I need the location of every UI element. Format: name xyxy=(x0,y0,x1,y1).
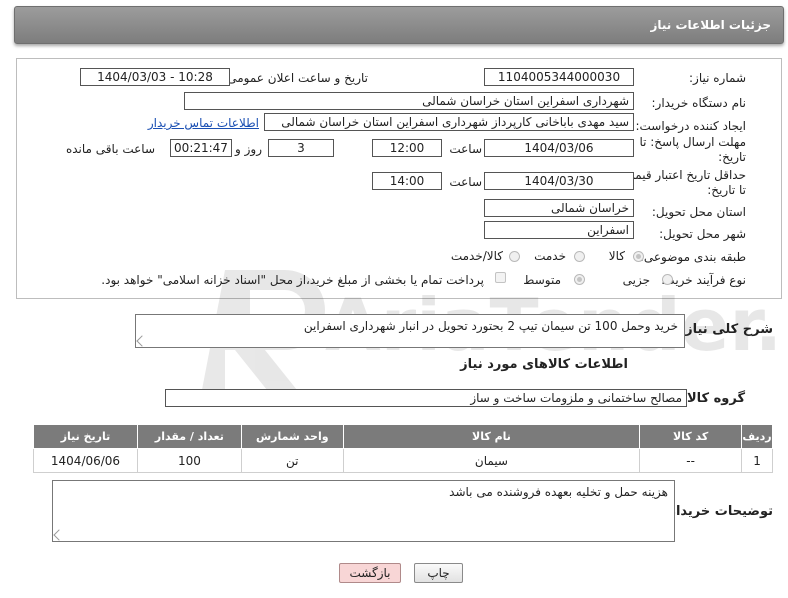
process-minor-label: جزیی xyxy=(622,273,650,287)
col-header-item-name: نام کالا xyxy=(342,424,641,449)
category-goods-service-radio[interactable] xyxy=(509,251,520,262)
deadline-date-field: 1404/03/06 xyxy=(484,139,634,157)
remaining-label: ساعت باقی مانده xyxy=(65,142,155,156)
col-header-item-code: کد کالا xyxy=(639,424,743,449)
resize-grip-icon[interactable] xyxy=(53,529,65,541)
cell-item-name: سیمان xyxy=(342,448,641,473)
table-header-row: ردیف کد کالا نام کالا واحد شمارش تعداد /… xyxy=(33,424,773,449)
province-field: خراسان شمالی xyxy=(484,199,634,217)
buyer-contact-link[interactable]: اطلاعات تماس خریدار xyxy=(148,116,259,130)
deadline-label-line1: مهلت ارسال پاسخ: تا xyxy=(639,135,746,149)
goods-group-field: مصالح ساختمانی و ملزومات ساخت و ساز xyxy=(165,389,687,407)
buyer-org-label: نام دستگاه خریدار: xyxy=(651,96,747,110)
print-button[interactable]: چاپ xyxy=(414,563,463,583)
cell-quantity: 100 xyxy=(137,448,242,473)
category-service-label: خدمت xyxy=(534,249,566,263)
price-validity-time-field: 14:00 xyxy=(372,172,442,190)
buyer-notes-textarea[interactable]: هزینه حمل و تخلیه بعهده فروشنده می باشد xyxy=(52,480,675,542)
col-header-need-date: تاریخ نیاز xyxy=(33,424,138,449)
city-label: شهر محل تحویل: xyxy=(659,227,746,241)
goods-section-title: اطلاعات کالاهای مورد نیاز xyxy=(460,357,628,372)
remaining-time-field: 00:21:47 xyxy=(170,139,232,157)
goods-group-label: گروه کالا: xyxy=(681,391,745,406)
page-title: جزئیات اطلاعات نیاز xyxy=(650,18,771,32)
province-label: استان محل تحویل: xyxy=(651,205,746,219)
days-label: روز و xyxy=(235,142,262,156)
process-medium-radio[interactable] xyxy=(574,274,585,285)
cell-row-number: 1 xyxy=(741,448,773,473)
process-minor-radio[interactable] xyxy=(662,274,673,285)
category-goods-service-label: کالا/خدمت xyxy=(450,249,503,263)
announce-field: 1404/03/03 - 10:28 xyxy=(80,68,230,86)
price-validity-time-label: ساعت xyxy=(449,175,482,189)
category-goods-label: کالا xyxy=(608,249,625,263)
col-header-unit: واحد شمارش xyxy=(240,424,344,449)
cell-unit: تن xyxy=(240,448,344,473)
process-medium-label: متوسط xyxy=(523,273,561,287)
description-text: خرید وحمل 100 تن سیمان تیپ 2 بحتورد تحوی… xyxy=(303,319,678,333)
price-validity-date-field: 1404/03/30 xyxy=(484,172,634,190)
description-label: شرح کلی نیاز: xyxy=(679,322,773,337)
deadline-time-label: ساعت xyxy=(449,142,482,156)
price-validity-label-line2: تا تاریخ: xyxy=(707,183,746,197)
buyer-notes-text: هزینه حمل و تخلیه بعهده فروشنده می باشد xyxy=(449,485,668,499)
announce-label: تاریخ و ساعت اعلان عمومی: xyxy=(223,71,368,85)
cell-item-code: -- xyxy=(639,448,743,473)
city-field: اسفراین xyxy=(484,221,634,239)
cell-need-date: 1404/06/06 xyxy=(33,448,138,473)
treasury-payment-note: پرداخت تمام یا بخشی از مبلغ خرید،از محل … xyxy=(101,273,484,287)
goods-table: ردیف کد کالا نام کالا واحد شمارش تعداد /… xyxy=(33,424,773,473)
need-number-field: 1104005344000030 xyxy=(484,68,634,86)
resize-grip-icon[interactable] xyxy=(136,335,148,347)
days-field: 3 xyxy=(268,139,334,157)
table-row: 1 -- سیمان تن 100 1404/06/06 xyxy=(33,448,773,473)
deadline-label-line2: تاریخ: xyxy=(718,150,746,164)
need-number-label: شماره نیاز: xyxy=(689,71,746,85)
page-header: جزئیات اطلاعات نیاز xyxy=(14,6,784,44)
buyer-org-field: شهرداری اسفراین استان خراسان شمالی xyxy=(184,92,634,110)
process-label: نوع فرآیند خرید : xyxy=(661,273,746,287)
category-service-radio[interactable] xyxy=(574,251,585,262)
category-goods-radio[interactable] xyxy=(633,251,644,262)
buyer-notes-label: توضیحات خریدار: xyxy=(663,504,773,519)
requester-field: سید مهدی باباخانی کارپرداز شهرداری اسفرا… xyxy=(264,113,634,131)
back-button[interactable]: بازگشت xyxy=(339,563,401,583)
treasury-payment-checkbox[interactable] xyxy=(495,272,506,283)
deadline-time-field: 12:00 xyxy=(372,139,442,157)
requester-label: ایجاد کننده درخواست: xyxy=(635,119,746,133)
price-validity-label-line1: حداقل تاریخ اعتبار قیمت: xyxy=(619,168,746,182)
category-label: طبقه بندی موضوعی: xyxy=(639,250,746,264)
col-header-quantity: تعداد / مقدار xyxy=(137,424,242,449)
col-header-row-number: ردیف xyxy=(741,424,773,449)
description-textarea[interactable]: خرید وحمل 100 تن سیمان تیپ 2 بحتورد تحوی… xyxy=(135,314,685,348)
